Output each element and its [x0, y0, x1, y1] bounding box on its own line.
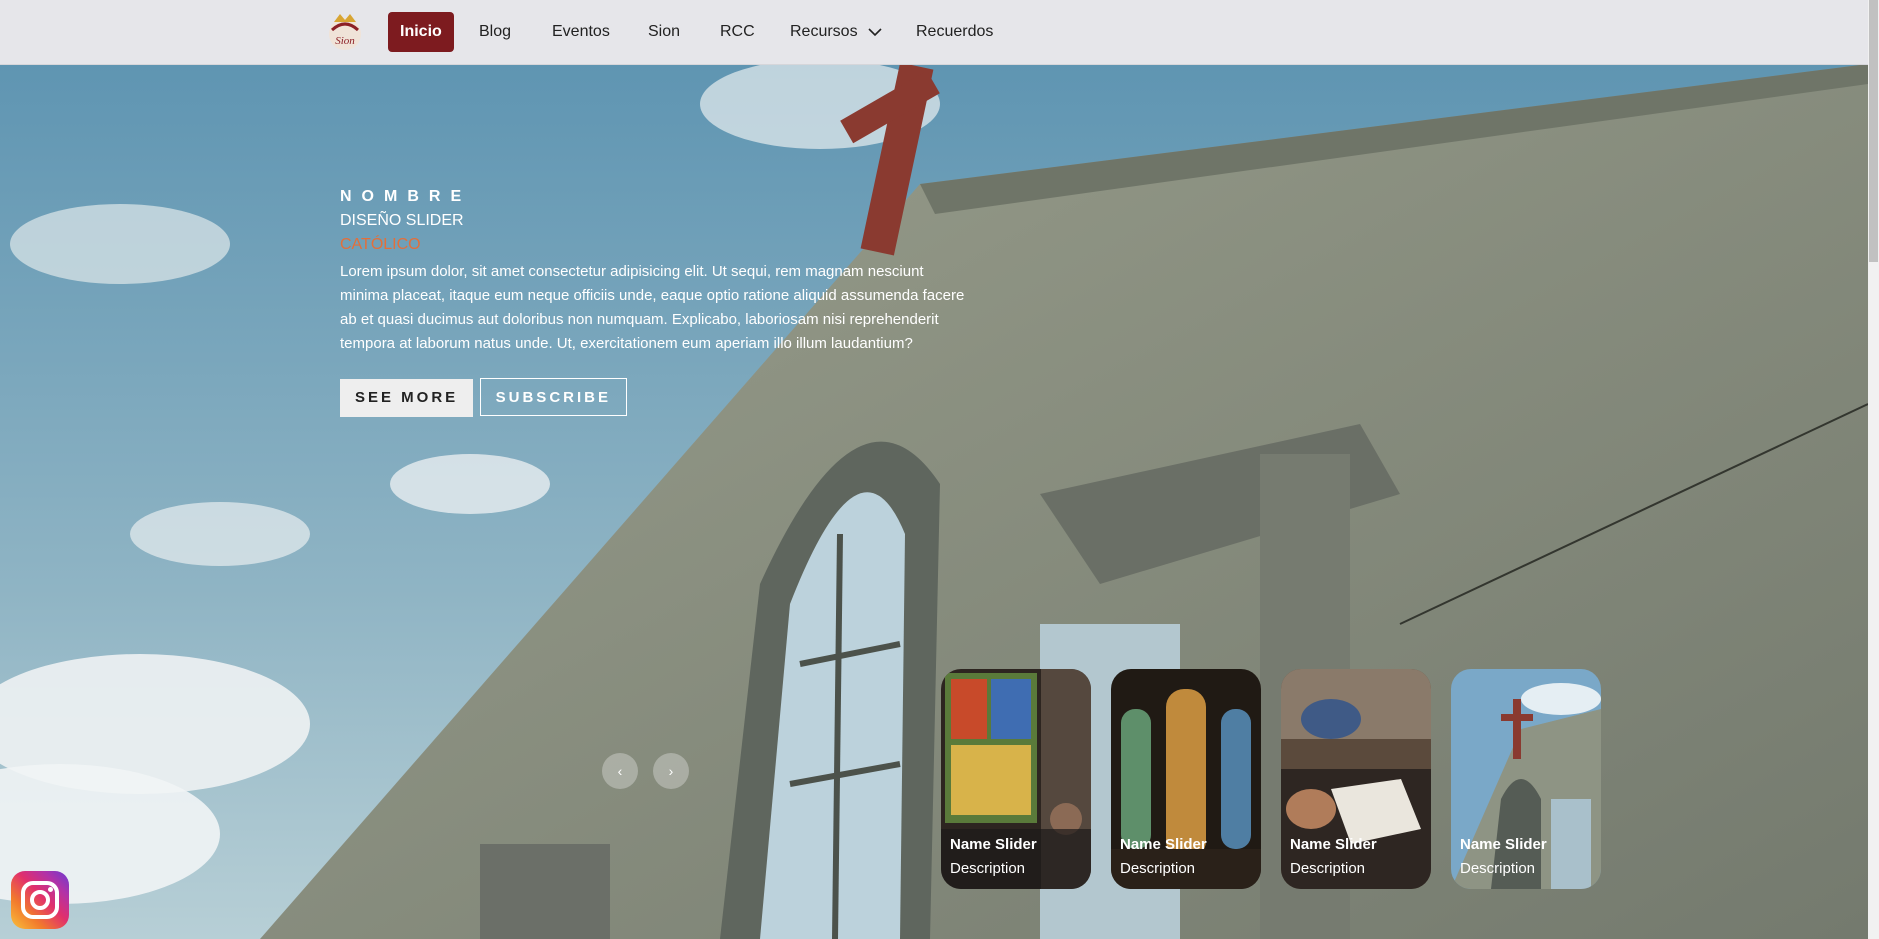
instagram-icon[interactable]: [11, 871, 69, 929]
thumbnail-card[interactable]: Name Slider Description: [1111, 669, 1261, 889]
chevron-left-icon: ‹: [617, 763, 623, 779]
subscribe-button[interactable]: SUBSCRIBE: [479, 378, 627, 416]
nav-sion[interactable]: Sion: [636, 12, 692, 52]
thumbnail-name: Name Slider: [1120, 836, 1207, 853]
nav-recuerdos[interactable]: Recuerdos: [904, 12, 1005, 52]
scrollbar-thumb[interactable]: [1869, 0, 1878, 262]
slide-title: DISEÑO SLIDER: [340, 212, 464, 229]
nav-eventos[interactable]: Eventos: [540, 12, 622, 52]
slide-topic: CATÓLICO: [340, 236, 421, 253]
thumbnail-description: Description: [1290, 860, 1366, 877]
thumbnail-name: Name Slider: [1460, 836, 1547, 853]
thumbnail-name: Name Slider: [950, 836, 1037, 853]
thumbnail-card[interactable]: Name Slider Description: [1451, 669, 1601, 889]
thumbnail-description: Description: [950, 860, 1026, 877]
church-exterior-thumbnail-image: [1451, 669, 1601, 889]
slide-content: NOMBRE DISEÑO SLIDER CATÓLICO Lorem ipsu…: [340, 188, 970, 417]
thumbnail-description: Description: [1120, 860, 1196, 877]
thumbnail-card[interactable]: Name Slider Description: [1281, 669, 1431, 889]
slide-buttons: SEE MORE SUBSCRIBE: [340, 378, 970, 417]
chevron-right-icon: ›: [668, 763, 674, 779]
bible-reading-thumbnail-image: [1281, 669, 1431, 889]
next-arrow-button[interactable]: ›: [653, 753, 689, 789]
sion-logo-icon[interactable]: Sion: [326, 10, 364, 54]
nav-rcc[interactable]: RCC: [708, 12, 767, 52]
nav-blog[interactable]: Blog: [467, 12, 523, 52]
logo-text: Sion: [335, 35, 355, 47]
thumbnail-name: Name Slider: [1290, 836, 1377, 853]
see-more-button[interactable]: SEE MORE: [340, 379, 474, 417]
slide-description: Lorem ipsum dolor, sit amet consectetur …: [340, 263, 965, 352]
nav-recursos[interactable]: Recursos: [778, 12, 894, 52]
thumbnail-description: Description: [1460, 860, 1536, 877]
church-windows-thumbnail-image: [1111, 669, 1261, 889]
thumbnail-card[interactable]: Name Slider Description: [941, 669, 1091, 889]
nav-recursos-label: Recursos: [790, 23, 858, 40]
prev-arrow-button[interactable]: ‹: [602, 753, 638, 789]
slide-author: NOMBRE: [340, 188, 472, 205]
instagram-glyph: [21, 881, 59, 919]
logo-graphic: Sion: [329, 14, 361, 50]
top-navbar: Sion Inicio Blog Eventos Sion RCC Recurs…: [0, 0, 1868, 65]
nav-inicio[interactable]: Inicio: [388, 12, 454, 52]
stained-glass-thumbnail-image: [941, 669, 1091, 889]
chevron-down-icon: [868, 28, 882, 36]
